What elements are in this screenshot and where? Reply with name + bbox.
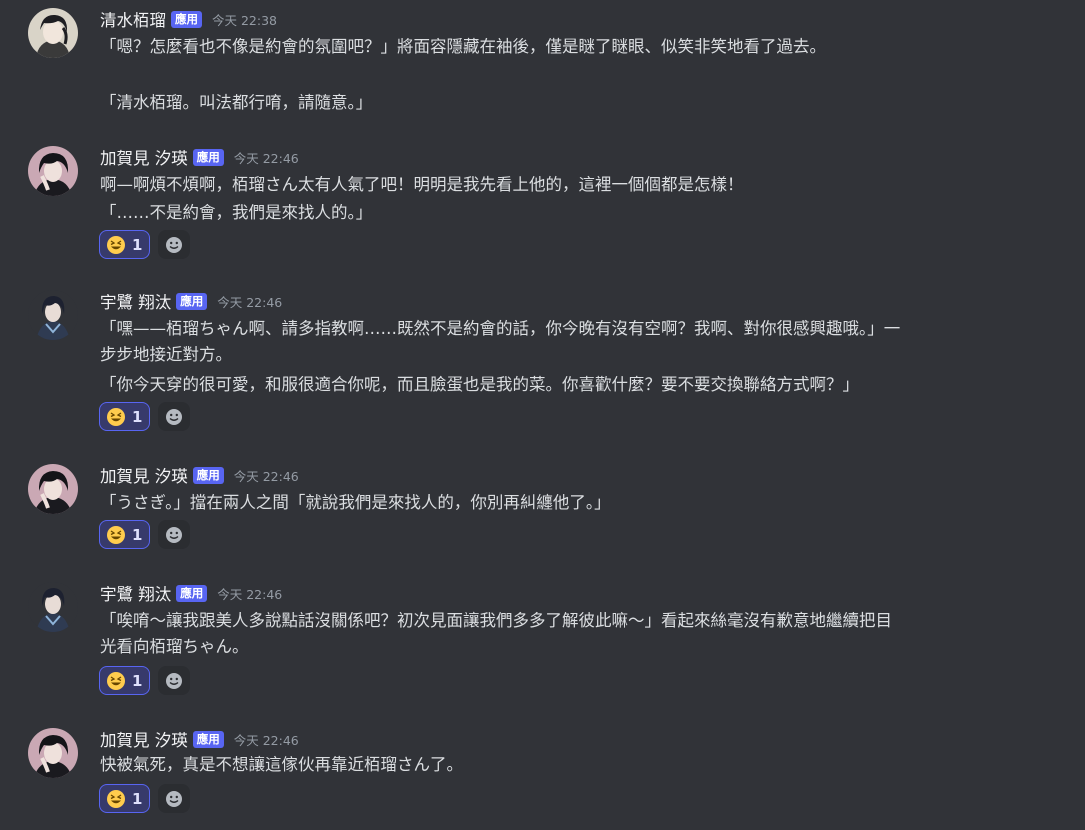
grinning-squinting-face-icon	[107, 789, 125, 808]
grinning-squinting-face-icon	[107, 407, 125, 426]
username[interactable]: 宇鷺 翔汰	[100, 289, 171, 313]
reaction[interactable]: 1	[99, 784, 151, 813]
avatar-kagami	[28, 728, 78, 778]
avatar-kiyomizu	[28, 8, 78, 58]
reaction[interactable]: 1	[99, 520, 151, 549]
username[interactable]: 宇鷺 翔汰	[100, 581, 171, 605]
reaction-bar: 1	[99, 520, 191, 549]
avatar-kagami	[28, 146, 78, 196]
username[interactable]: 加賀見 汐瑛	[100, 463, 188, 487]
message-text: 「唉唷～讓我跟美人多說點話沒關係吧？初次見面讓我們多多了解彼此嘛～」看起來絲毫沒…	[100, 611, 892, 630]
avatar-usagi	[28, 582, 78, 632]
add-reaction-button[interactable]	[158, 666, 191, 695]
reaction[interactable]: 1	[99, 230, 151, 259]
reaction-count: 1	[132, 235, 143, 254]
smiley-add-reaction-icon	[166, 790, 183, 807]
app-badge: 應用	[192, 148, 224, 166]
username[interactable]: 清水栢瑠	[100, 7, 166, 31]
reaction[interactable]: 1	[99, 666, 151, 695]
reaction[interactable]: 1	[99, 402, 151, 431]
avatar[interactable]	[28, 146, 78, 196]
app-badge: 應用	[192, 466, 224, 484]
message-header: 宇鷺 翔汰 應用 今天 22:46	[100, 290, 282, 312]
message-text: 快被氣死，真是不想讓這傢伙再靠近栢瑠さん了。	[100, 755, 463, 774]
add-reaction-button[interactable]	[158, 402, 191, 431]
reaction-bar: 1	[99, 402, 191, 431]
smiley-add-reaction-icon	[166, 526, 183, 543]
app-badge: 應用	[176, 292, 208, 310]
app-badge: 應用	[192, 730, 224, 748]
avatar[interactable]	[28, 290, 78, 340]
add-reaction-button[interactable]	[158, 230, 191, 259]
grinning-squinting-face-icon	[107, 235, 125, 254]
message-text: 「嗯？怎麼看也不像是約會的氛圍吧？」將面容隱藏在袖後，僅是瞇了瞇眼、似笑非笑地看…	[100, 37, 826, 56]
avatar-usagi	[28, 290, 78, 340]
smiley-add-reaction-icon	[166, 408, 183, 425]
reaction-bar: 1	[99, 784, 191, 813]
add-reaction-button[interactable]	[158, 784, 191, 813]
reaction-count: 1	[132, 789, 143, 808]
reaction-bar: 1	[99, 666, 191, 695]
grinning-squinting-face-icon	[107, 525, 125, 544]
message-text: 「嘿——栢瑠ちゃん啊、請多指教啊……既然不是約會的話，你今晚有沒有空啊？我啊、對…	[100, 319, 901, 338]
message-text: 光看向栢瑠ちゃん。	[100, 637, 249, 656]
message-text: 步步地接近對方。	[100, 345, 232, 364]
username[interactable]: 加賀見 汐瑛	[100, 145, 188, 169]
message-header: 加賀見 汐瑛 應用 今天 22:46	[100, 728, 299, 750]
add-reaction-button[interactable]	[158, 520, 191, 549]
app-badge: 應用	[176, 584, 208, 602]
message-header: 清水栢瑠 應用 今天 22:38	[100, 8, 277, 30]
timestamp[interactable]: 今天 22:46	[217, 292, 282, 311]
reaction-count: 1	[132, 525, 143, 544]
smiley-add-reaction-icon	[166, 672, 183, 689]
avatar-kagami	[28, 464, 78, 514]
avatar[interactable]	[28, 728, 78, 778]
avatar[interactable]	[28, 8, 78, 58]
app-badge: 應用	[171, 10, 202, 28]
message-text: 「清水栢瑠。叫法都行唷，請隨意。」	[100, 93, 373, 112]
message-header: 宇鷺 翔汰 應用 今天 22:46	[100, 582, 282, 604]
timestamp[interactable]: 今天 22:46	[217, 584, 282, 603]
message-text: 「うさぎ。」擋在兩人之間「就說我們是來找人的，你別再糾纏他了。」	[100, 493, 611, 512]
timestamp[interactable]: 今天 22:46	[234, 148, 299, 167]
smiley-add-reaction-icon	[166, 236, 183, 253]
message-text: 啊—啊煩不煩啊，栢瑠さん太有人氣了吧！明明是我先看上他的，這裡一個個都是怎樣！	[100, 175, 744, 194]
avatar[interactable]	[28, 582, 78, 632]
message-text: 「你今天穿的很可愛，和服很適合你呢，而且臉蛋也是我的菜。你喜歡什麼？要不要交換聯…	[100, 375, 859, 394]
timestamp[interactable]: 今天 22:38	[212, 10, 277, 29]
message-header: 加賀見 汐瑛 應用 今天 22:46	[100, 146, 299, 168]
reaction-count: 1	[132, 407, 143, 426]
chat-log: 清水栢瑠 應用 今天 22:38 「嗯？怎麼看也不像是約會的氛圍吧？」將面容隱藏…	[0, 0, 1085, 830]
grinning-squinting-face-icon	[107, 671, 125, 690]
message-header: 加賀見 汐瑛 應用 今天 22:46	[100, 464, 299, 486]
message-text: 「……不是約會，我們是來找人的。」	[100, 203, 373, 222]
timestamp[interactable]: 今天 22:46	[234, 466, 299, 485]
username[interactable]: 加賀見 汐瑛	[100, 727, 188, 751]
reaction-bar: 1	[99, 230, 191, 259]
reaction-count: 1	[132, 671, 143, 690]
timestamp[interactable]: 今天 22:46	[234, 730, 299, 749]
avatar[interactable]	[28, 464, 78, 514]
